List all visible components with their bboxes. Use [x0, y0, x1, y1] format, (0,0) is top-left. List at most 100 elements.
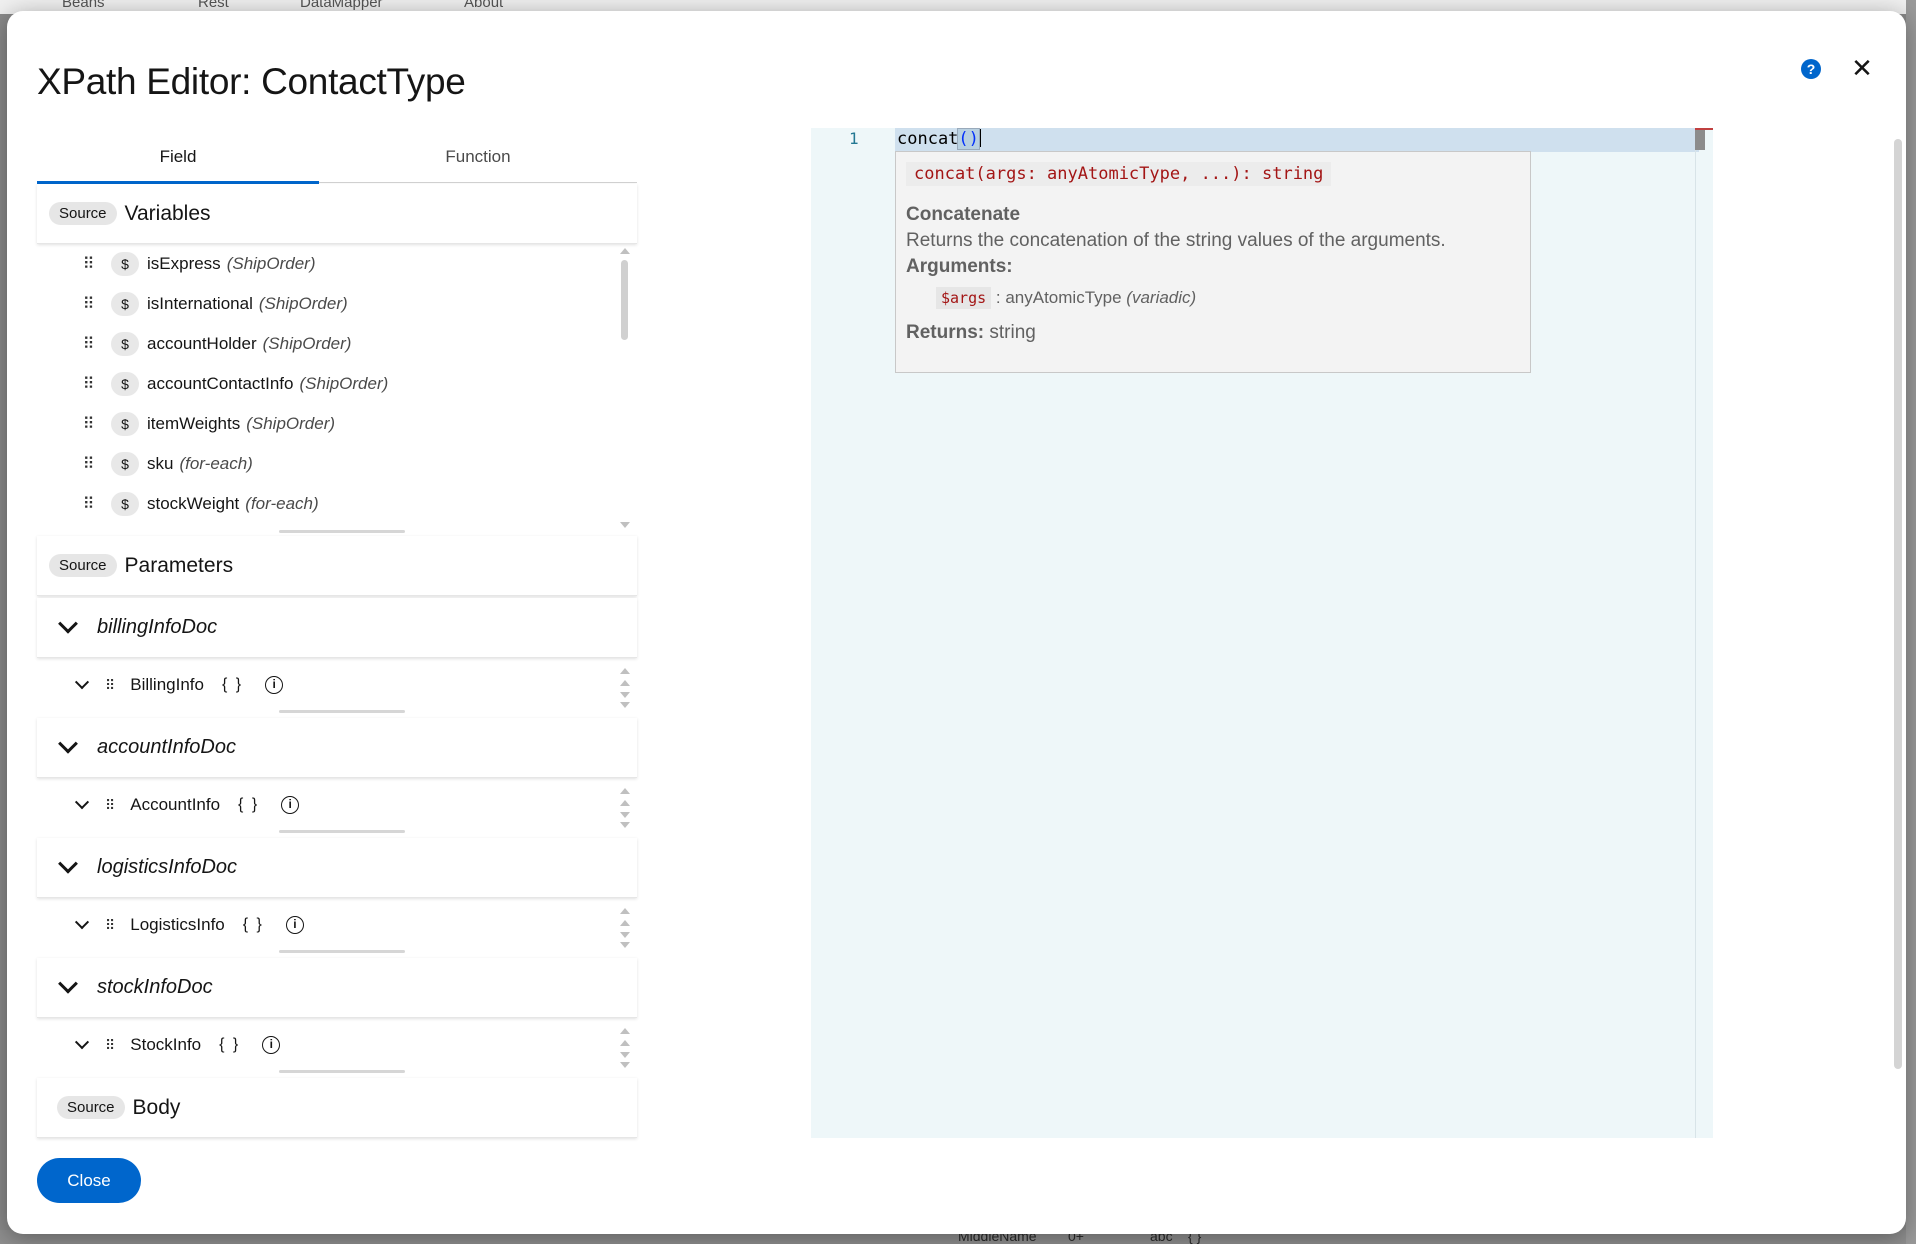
function-description: Returns the concatenation of the string …: [906, 230, 1446, 251]
scroll-down-icon[interactable]: [620, 812, 630, 818]
help-icon[interactable]: ?: [1801, 59, 1821, 79]
drag-handle-icon[interactable]: ⠿: [105, 1037, 115, 1054]
modal-scrollbar[interactable]: [1893, 121, 1903, 1131]
parameter-doc-body: ⠿ LogisticsInfo { } i: [37, 900, 637, 958]
chevron-down-icon[interactable]: [58, 973, 78, 994]
scrollbar-thumb[interactable]: [1894, 139, 1902, 1069]
variable-scope: (ShipOrder): [226, 254, 316, 273]
scroll-down-icon[interactable]: [620, 1062, 630, 1068]
variable-scope: (ShipOrder): [246, 414, 336, 433]
scroll-up-icon[interactable]: [620, 248, 630, 254]
horizontal-scrollbar[interactable]: [279, 950, 405, 953]
node-name: AccountInfo: [130, 795, 221, 814]
object-type-icon: { }: [238, 796, 260, 813]
variables-scrollbar[interactable]: [617, 244, 631, 534]
parameter-doc-header[interactable]: stockInfoDoc: [37, 958, 637, 1018]
drag-handle-icon[interactable]: ⠿: [105, 797, 115, 814]
list-item[interactable]: ⠿ $ isInternational (ShipOrder): [37, 284, 617, 324]
tree-node[interactable]: ⠿ BillingInfo { } i: [37, 670, 284, 700]
variable-name: isInternational: [147, 294, 253, 313]
object-type-icon: { }: [219, 1036, 241, 1053]
argument-item: $args : anyAtomicType (variadic): [936, 287, 1520, 309]
tab-function[interactable]: Function: [319, 131, 637, 183]
drag-handle-icon[interactable]: ⠿: [81, 415, 95, 433]
scroll-up-icon[interactable]: [620, 1040, 630, 1046]
horizontal-scrollbar[interactable]: [279, 530, 405, 533]
tree-node[interactable]: ⠿ AccountInfo { } i: [37, 790, 300, 820]
source-badge: Source: [49, 554, 117, 577]
scrollbar-thumb[interactable]: [621, 260, 628, 340]
scroll-down-icon[interactable]: [620, 932, 630, 938]
chevron-down-icon[interactable]: [74, 1035, 90, 1050]
tree-node[interactable]: ⠿ StockInfo { } i: [37, 1030, 281, 1060]
node-scrollbar[interactable]: [617, 668, 631, 712]
returns-line: Returns: string: [906, 322, 1520, 344]
scroll-down-icon[interactable]: [620, 822, 630, 828]
scroll-down-icon[interactable]: [620, 692, 630, 698]
returns-label: Returns:: [906, 322, 985, 343]
returns-type: string: [989, 322, 1036, 343]
drag-handle-icon[interactable]: ⠿: [81, 335, 95, 353]
scroll-down-icon[interactable]: [620, 942, 630, 948]
horizontal-scrollbar[interactable]: [279, 1070, 405, 1073]
scroll-down-icon[interactable]: [620, 702, 630, 708]
chevron-down-icon[interactable]: [58, 613, 78, 634]
parameter-doc-header[interactable]: accountInfoDoc: [37, 718, 637, 778]
close-icon[interactable]: ✕: [1849, 55, 1875, 81]
tree-node[interactable]: ⠿ LogisticsInfo { } i: [37, 910, 304, 940]
section-title: Variables: [124, 201, 211, 225]
parameter-doc-header[interactable]: logisticsInfoDoc: [37, 838, 637, 898]
list-item[interactable]: ⠿ $ accountHolder (ShipOrder): [37, 324, 617, 364]
info-icon[interactable]: i: [265, 676, 284, 694]
list-item[interactable]: ⠿ $ stockWeight (for-each): [37, 484, 617, 524]
node-scrollbar[interactable]: [617, 788, 631, 832]
chevron-down-icon[interactable]: [74, 675, 90, 690]
tab-field[interactable]: Field: [37, 131, 319, 184]
node-scrollbar[interactable]: [617, 1028, 631, 1072]
scroll-up-icon[interactable]: [620, 920, 630, 926]
scroll-up-icon[interactable]: [620, 1028, 630, 1034]
scroll-down-icon[interactable]: [620, 522, 630, 528]
code-line[interactable]: concat(): [897, 128, 981, 150]
text-caret: [978, 129, 981, 147]
node-name: BillingInfo: [130, 675, 204, 694]
variable-name: isExpress: [147, 254, 221, 273]
argument-modifier: (variadic): [1126, 288, 1197, 307]
chevron-down-icon[interactable]: [74, 795, 90, 810]
close-button[interactable]: Close: [37, 1158, 141, 1203]
list-item[interactable]: ⠿ $ itemWeights (ShipOrder): [37, 404, 617, 444]
editor-scrollbar-thumb[interactable]: [1695, 130, 1705, 150]
drag-handle-icon[interactable]: ⠿: [81, 455, 95, 473]
chevron-down-icon[interactable]: [74, 915, 90, 930]
function-heading: Concatenate: [906, 204, 1021, 225]
node-scrollbar[interactable]: [617, 908, 631, 952]
parameter-doc-header[interactable]: billingInfoDoc: [37, 598, 637, 658]
drag-handle-icon[interactable]: ⠿: [81, 255, 95, 273]
info-icon[interactable]: i: [281, 796, 300, 814]
chevron-down-icon[interactable]: [58, 853, 78, 874]
variable-name: accountContactInfo: [147, 374, 294, 393]
scroll-down-icon[interactable]: [620, 1052, 630, 1058]
code-function: concat: [897, 129, 959, 149]
horizontal-scrollbar[interactable]: [279, 830, 405, 833]
info-icon[interactable]: i: [262, 1036, 281, 1054]
variable-scope: (ShipOrder): [262, 334, 352, 353]
scroll-up-icon[interactable]: [620, 800, 630, 806]
horizontal-scrollbar[interactable]: [279, 710, 405, 713]
drag-handle-icon[interactable]: ⠿: [105, 677, 115, 694]
scroll-up-icon[interactable]: [620, 680, 630, 686]
variable-scope: (ShipOrder): [258, 294, 348, 313]
drag-handle-icon[interactable]: ⠿: [81, 295, 95, 313]
scroll-up-icon[interactable]: [620, 908, 630, 914]
drag-handle-icon[interactable]: ⠿: [81, 495, 95, 513]
info-icon[interactable]: i: [285, 916, 304, 934]
drag-handle-icon[interactable]: ⠿: [81, 375, 95, 393]
list-item[interactable]: ⠿ $ isExpress (ShipOrder): [37, 244, 617, 284]
drag-handle-icon[interactable]: ⠿: [105, 917, 115, 934]
list-item[interactable]: ⠿ $ sku (for-each): [37, 444, 617, 484]
scroll-up-icon[interactable]: [620, 788, 630, 794]
list-item[interactable]: ⠿ $ accountContactInfo (ShipOrder): [37, 364, 617, 404]
modal-title: XPath Editor: ContactType: [37, 61, 466, 102]
chevron-down-icon[interactable]: [58, 733, 78, 754]
scroll-up-icon[interactable]: [620, 668, 630, 674]
